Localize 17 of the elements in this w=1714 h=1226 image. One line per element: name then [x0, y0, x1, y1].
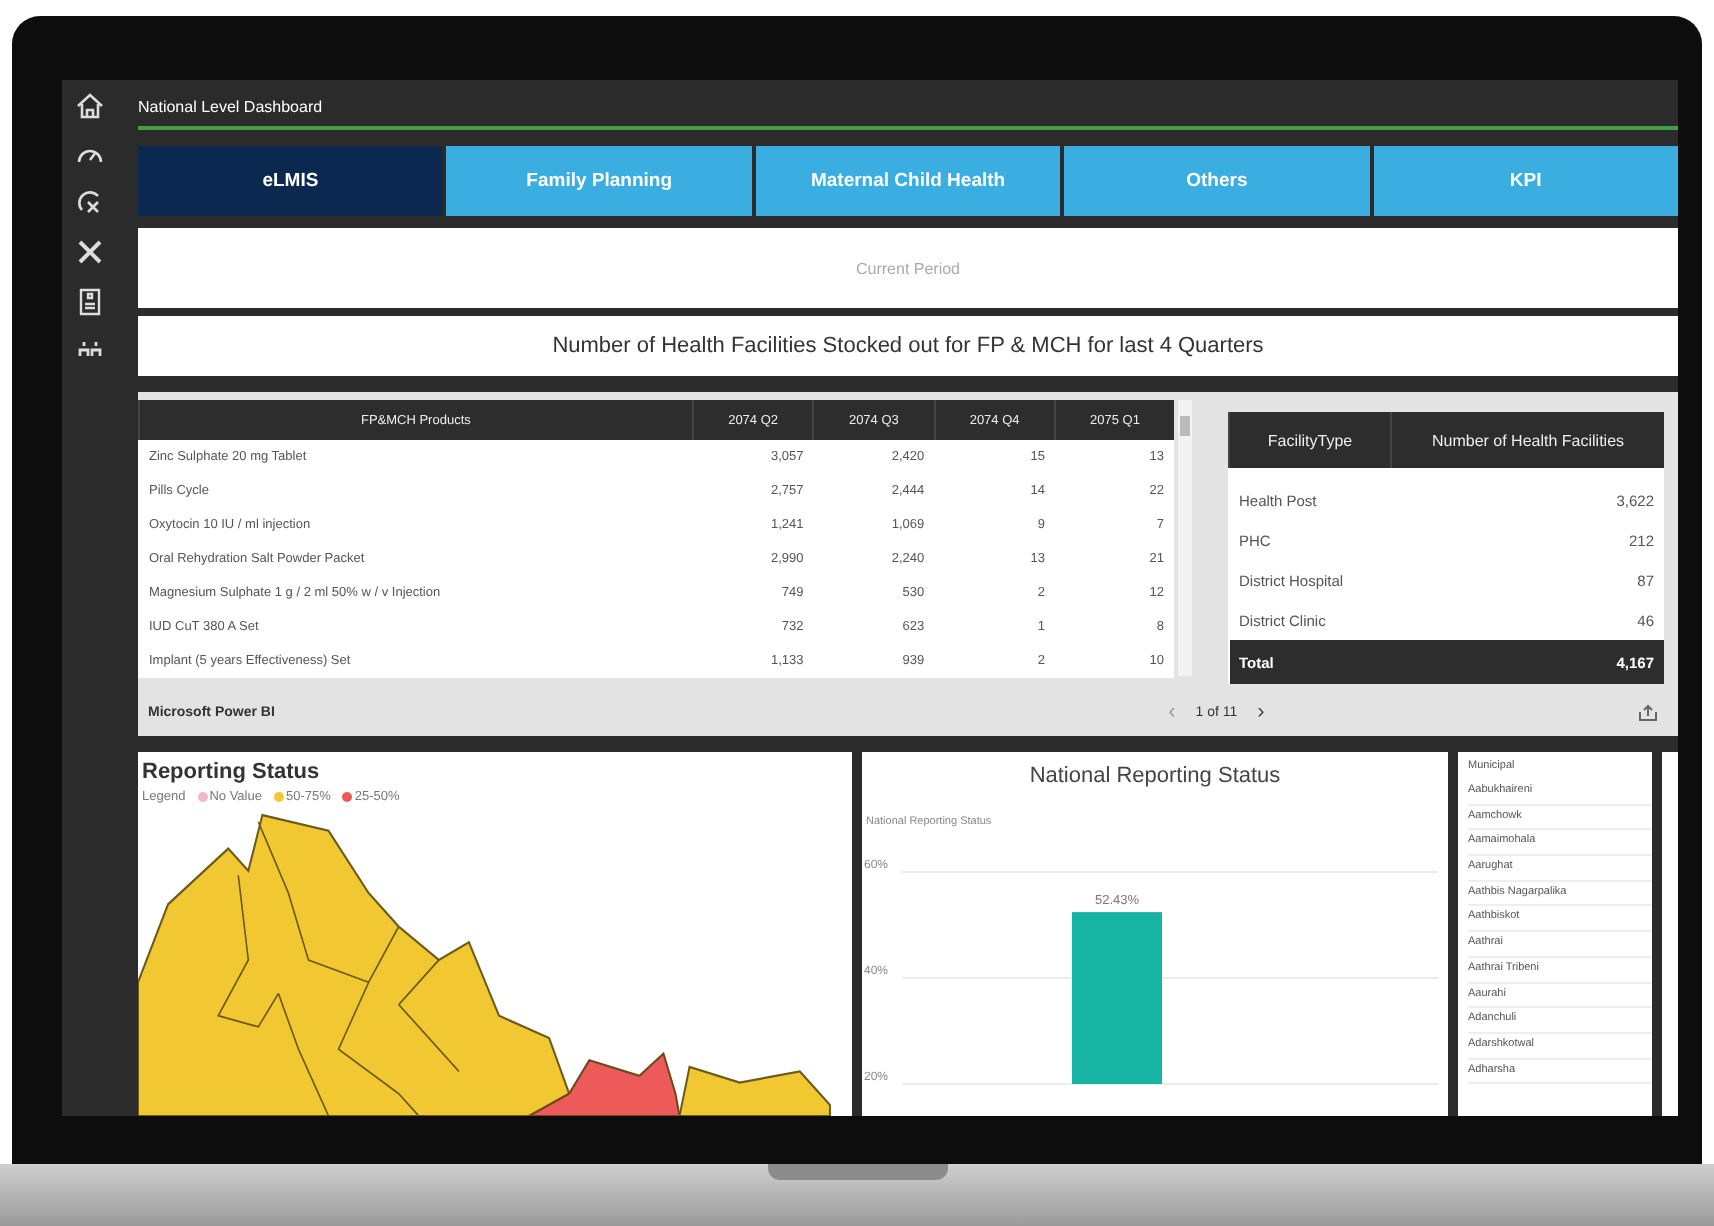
chart-title: National Reporting Status [1029, 762, 1281, 788]
map-drawing[interactable] [138, 813, 831, 1116]
people-icon[interactable] [78, 338, 102, 358]
column-header[interactable]: FacilityType [1229, 412, 1392, 468]
section-title: Number of Health Facilities Stocked out for FP & MCH for last 4 Quarters [138, 316, 1678, 376]
share-icon[interactable] [1638, 703, 1658, 721]
home-icon[interactable] [76, 92, 104, 120]
report-tab[interactable]: National Level Dashboard [138, 98, 331, 126]
tools-icon[interactable] [76, 238, 104, 266]
document-icon[interactable] [78, 288, 102, 316]
column-header[interactable]: Number of Health Facilities [1391, 412, 1664, 468]
chart-icon[interactable] [76, 188, 104, 216]
next-page-button[interactable]: › [1253, 700, 1269, 724]
panel-title: Reporting Status [140, 758, 322, 784]
nav-tab[interactable]: eLMIS [138, 146, 443, 216]
period-field[interactable]: Current Period [138, 228, 1678, 308]
scrollbar[interactable] [1178, 400, 1192, 676]
